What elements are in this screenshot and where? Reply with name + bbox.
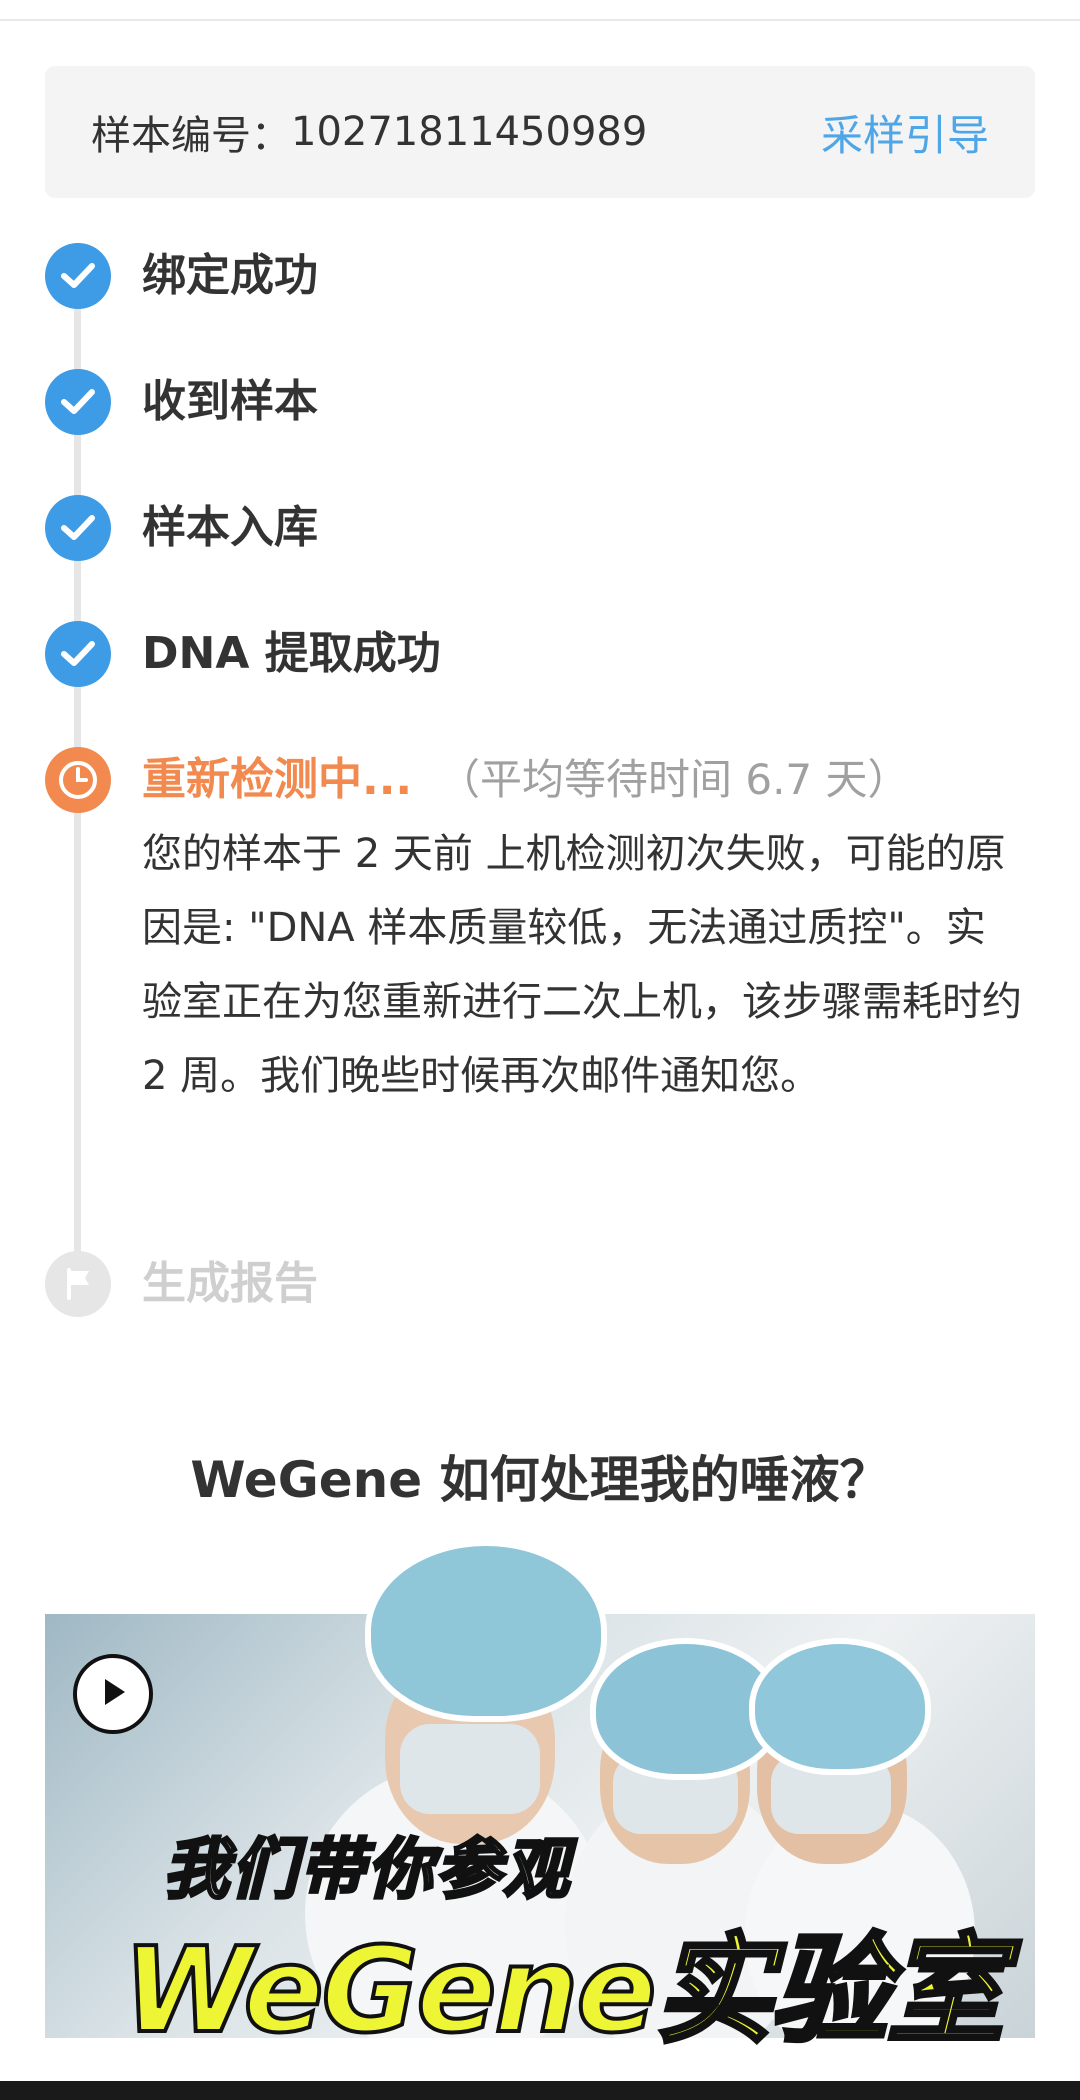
step-description: 您的样本于 2 天前 上机检测初次失败，可能的原因是: "DNA 样本质量较低，… bbox=[142, 831, 1022, 1099]
flag-icon bbox=[45, 1251, 111, 1317]
step-title: 样本入库 bbox=[142, 502, 318, 553]
lab-video-thumbnail[interactable]: 我们带你参观 WeGene实验室 bbox=[45, 1540, 1035, 2061]
sampling-guide-link[interactable]: 采样引导 bbox=[821, 102, 989, 163]
sample-number-label: 样本编号： bbox=[91, 113, 291, 159]
face-mask bbox=[400, 1724, 540, 1814]
check-icon bbox=[45, 495, 111, 561]
sample-number: 样本编号： 10271811450989 bbox=[91, 103, 647, 161]
step-title: 绑定成功 bbox=[142, 250, 318, 301]
sample-number-card: 样本编号： 10271811450989 采样引导 bbox=[45, 66, 1035, 198]
step-title: 生成报告 bbox=[142, 1258, 318, 1309]
step-title: 收到样本 bbox=[142, 376, 318, 427]
sample-number-value: 10271811450989 bbox=[291, 109, 648, 155]
hairnet bbox=[749, 1638, 931, 1775]
bottom-bar bbox=[0, 2081, 1080, 2100]
section-heading: WeGene 如何处理我的唾液？ bbox=[190, 1451, 890, 1509]
check-icon bbox=[45, 369, 111, 435]
hairnet bbox=[365, 1540, 607, 1722]
play-button[interactable] bbox=[73, 1654, 153, 1734]
top-divider bbox=[0, 19, 1080, 21]
clock-icon bbox=[45, 747, 111, 813]
check-icon bbox=[45, 243, 111, 309]
video-caption-main: WeGene实验室 bbox=[121, 1919, 1007, 2061]
play-icon bbox=[97, 1675, 129, 1713]
step-title: 重新检测中... bbox=[142, 754, 413, 805]
step-title: DNA 提取成功 bbox=[142, 628, 441, 679]
check-icon bbox=[45, 621, 111, 687]
average-wait-note: （平均等待时间 6.7 天） bbox=[438, 755, 910, 804]
